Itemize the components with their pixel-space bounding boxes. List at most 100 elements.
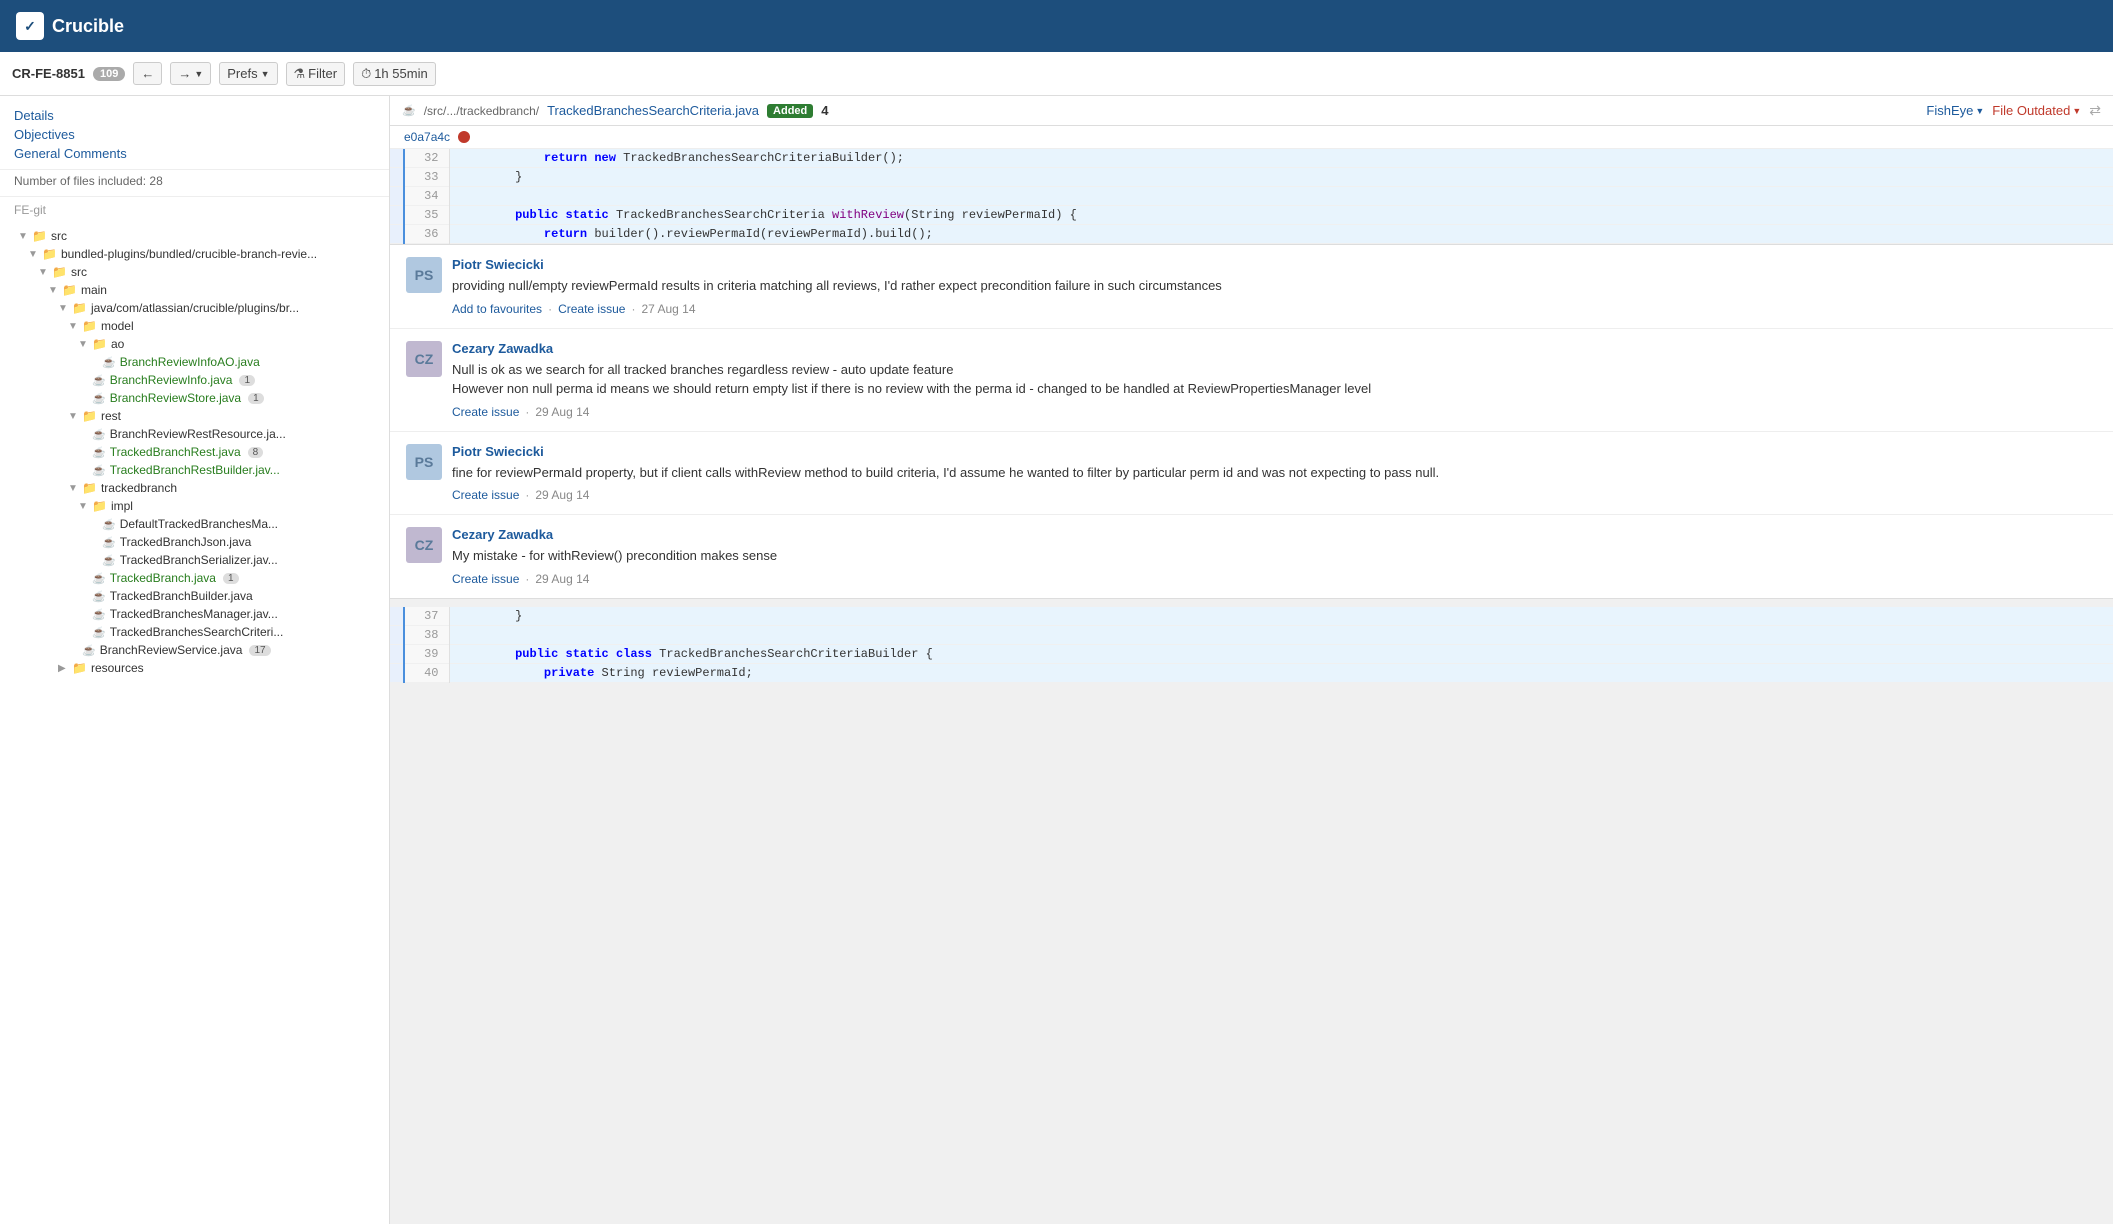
create-issue-link-4[interactable]: Create issue xyxy=(452,572,519,586)
comments-section: PS Piotr Swiecicki providing null/empty … xyxy=(390,244,2113,599)
line-marker xyxy=(390,187,404,206)
comment-author-4[interactable]: Cezary Zawadka xyxy=(452,527,2097,542)
nav-forward-button[interactable]: → ▼ xyxy=(170,62,211,85)
subheader: CR-FE-8851 109 ← → ▼ Prefs ▼ ⚗ Filter ⏱ … xyxy=(0,52,2113,96)
tree-folder-trackedbranch[interactable]: ▼ 📁 trackedbranch xyxy=(8,479,381,497)
arrow-icon: ▼ xyxy=(48,285,58,296)
arrow-icon: ▼ xyxy=(68,321,78,332)
line-number: 35 xyxy=(404,206,449,225)
tree-label: TrackedBranch.java xyxy=(110,571,216,585)
tree-label: TrackedBranchRestBuilder.jav... xyxy=(110,463,280,477)
file-icon: ☕ xyxy=(102,518,116,531)
fisheye-button[interactable]: FishEye ▼ xyxy=(1926,103,1984,118)
file-comment-badge: 1 xyxy=(239,375,255,386)
tree-file-branchreviewservice[interactable]: ▶ ☕ BranchReviewService.java 17 xyxy=(8,641,381,659)
line-marker xyxy=(390,644,404,663)
main-layout: Details Objectives General Comments Numb… xyxy=(0,96,2113,1224)
create-issue-link-2[interactable]: Create issue xyxy=(452,405,519,419)
tree-folder-src2[interactable]: ▼ 📁 src xyxy=(8,263,381,281)
tree-folder-main[interactable]: ▼ 📁 main xyxy=(8,281,381,299)
file-icon: ☕ xyxy=(92,374,106,387)
folder-icon: 📁 xyxy=(52,265,67,279)
prefs-button[interactable]: Prefs ▼ xyxy=(219,62,277,85)
sidebar-item-general-comments[interactable]: General Comments xyxy=(14,144,375,163)
file-outdated-button[interactable]: File Outdated ▼ xyxy=(1992,103,2081,118)
arrow-icon: ▼ xyxy=(18,231,28,242)
folder-icon: 📁 xyxy=(62,283,77,297)
dot-separator: · xyxy=(525,572,529,586)
comment-author-1[interactable]: Piotr Swiecicki xyxy=(452,257,2097,272)
code-row-34: 34 xyxy=(390,187,2113,206)
tree-file-branchreviewrest[interactable]: ▶ ☕ BranchReviewRestResource.ja... xyxy=(8,425,381,443)
code-row-32: 32 return new TrackedBranchesSearchCrite… xyxy=(390,149,2113,168)
logo-icon: ✓ xyxy=(16,12,44,40)
time-button[interactable]: ⏱ 1h 55min xyxy=(353,62,436,86)
line-marker xyxy=(390,625,404,644)
tree-label: TrackedBranchSerializer.jav... xyxy=(120,553,278,567)
folder-icon: 📁 xyxy=(72,661,87,675)
line-marker xyxy=(390,663,404,682)
line-number: 32 xyxy=(404,149,449,168)
arrow-icon: ▶ xyxy=(58,663,68,674)
arrow-icon: ▼ xyxy=(78,339,88,350)
tree-folder-ao[interactable]: ▼ 📁 ao xyxy=(8,335,381,353)
code-row-37: 37 } xyxy=(390,607,2113,626)
tree-file-trackedbranch[interactable]: ▶ ☕ TrackedBranch.java 1 xyxy=(8,569,381,587)
tree-folder-java[interactable]: ▼ 📁 java/com/atlassian/crucible/plugins/… xyxy=(8,299,381,317)
tree-folder-model[interactable]: ▼ 📁 model xyxy=(8,317,381,335)
create-issue-link-1[interactable]: Create issue xyxy=(558,302,625,316)
tree-file-trackedjson[interactable]: ▶ ☕ TrackedBranchJson.java xyxy=(8,533,381,551)
tree-label: BranchReviewStore.java xyxy=(110,391,241,405)
line-marker xyxy=(390,149,404,168)
line-code: } xyxy=(449,607,2113,626)
folder-icon: 📁 xyxy=(92,499,107,513)
file-name-link[interactable]: TrackedBranchesSearchCriteria.java xyxy=(547,103,759,118)
line-code: private String reviewPermaId; xyxy=(449,663,2113,682)
folder-icon: 📁 xyxy=(72,301,87,315)
comment-item-2: CZ Cezary Zawadka Null is ok as we searc… xyxy=(390,329,2113,432)
tree-folder-rest[interactable]: ▼ 📁 rest xyxy=(8,407,381,425)
tree-file-branchreviewinfoao[interactable]: ▶ ☕ BranchReviewInfoAO.java xyxy=(8,353,381,371)
dot-separator: · xyxy=(525,488,529,502)
tree-file-trackedbranchrest[interactable]: ▶ ☕ TrackedBranchRest.java 8 xyxy=(8,443,381,461)
code-section-top: 32 return new TrackedBranchesSearchCrite… xyxy=(390,149,2113,244)
prefs-dropdown-icon: ▼ xyxy=(261,69,270,79)
line-number: 39 xyxy=(404,644,449,663)
tree-folder-src[interactable]: ▼ 📁 src xyxy=(8,227,381,245)
file-icon: ☕ xyxy=(92,590,106,603)
nav-back-button[interactable]: ← xyxy=(133,62,162,85)
dot-separator: · xyxy=(631,302,635,316)
tree-file-trackedbranchrestbuilder[interactable]: ▶ ☕ TrackedBranchRestBuilder.jav... xyxy=(8,461,381,479)
comment-dot xyxy=(458,131,470,143)
tree-folder-impl[interactable]: ▼ 📁 impl xyxy=(8,497,381,515)
folder-icon: 📁 xyxy=(42,247,57,261)
file-icon: ☕ xyxy=(102,536,116,549)
tree-file-branchreviewinfo[interactable]: ▶ ☕ BranchReviewInfo.java 1 xyxy=(8,371,381,389)
add-to-favourites-link[interactable]: Add to favourites xyxy=(452,302,542,316)
sidebar-item-details[interactable]: Details xyxy=(14,106,375,125)
commit-hash-link[interactable]: e0a7a4c xyxy=(404,130,450,144)
sidebar-item-objectives[interactable]: Objectives xyxy=(14,125,375,144)
tree-folder-resources[interactable]: ▶ 📁 resources xyxy=(8,659,381,677)
tree-label: trackedbranch xyxy=(101,481,177,495)
tree-folder-bundled[interactable]: ▼ 📁 bundled-plugins/bundled/crucible-bra… xyxy=(8,245,381,263)
filter-button[interactable]: ⚗ Filter xyxy=(286,62,346,86)
tree-label: ao xyxy=(111,337,124,351)
line-marker xyxy=(390,206,404,225)
tree-file-defaulttracked[interactable]: ▶ ☕ DefaultTrackedBranchesMa... xyxy=(8,515,381,533)
tree-file-trackedsearchcriteria[interactable]: ▶ ☕ TrackedBranchesSearchCriteri... xyxy=(8,623,381,641)
avatar-piotr-1: PS xyxy=(406,257,442,293)
tree-file-trackedbranchbuilder[interactable]: ▶ ☕ TrackedBranchBuilder.java xyxy=(8,587,381,605)
tree-file-branchreviewstore[interactable]: ▶ ☕ BranchReviewStore.java 1 xyxy=(8,389,381,407)
avatar-cezary-1: CZ xyxy=(406,341,442,377)
tree-label: BranchReviewService.java xyxy=(100,643,243,657)
comment-author-3[interactable]: Piotr Swiecicki xyxy=(452,444,2097,459)
tree-label: bundled-plugins/bundled/crucible-branch-… xyxy=(61,247,317,261)
nav-dropdown-icon: ▼ xyxy=(194,69,203,79)
tree-file-trackedmanager[interactable]: ▶ ☕ TrackedBranchesManager.jav... xyxy=(8,605,381,623)
comment-author-2[interactable]: Cezary Zawadka xyxy=(452,341,2097,356)
tree-file-trackedserializer[interactable]: ▶ ☕ TrackedBranchSerializer.jav... xyxy=(8,551,381,569)
tree-label: DefaultTrackedBranchesMa... xyxy=(120,517,278,531)
tree-label: impl xyxy=(111,499,133,513)
create-issue-link-3[interactable]: Create issue xyxy=(452,488,519,502)
